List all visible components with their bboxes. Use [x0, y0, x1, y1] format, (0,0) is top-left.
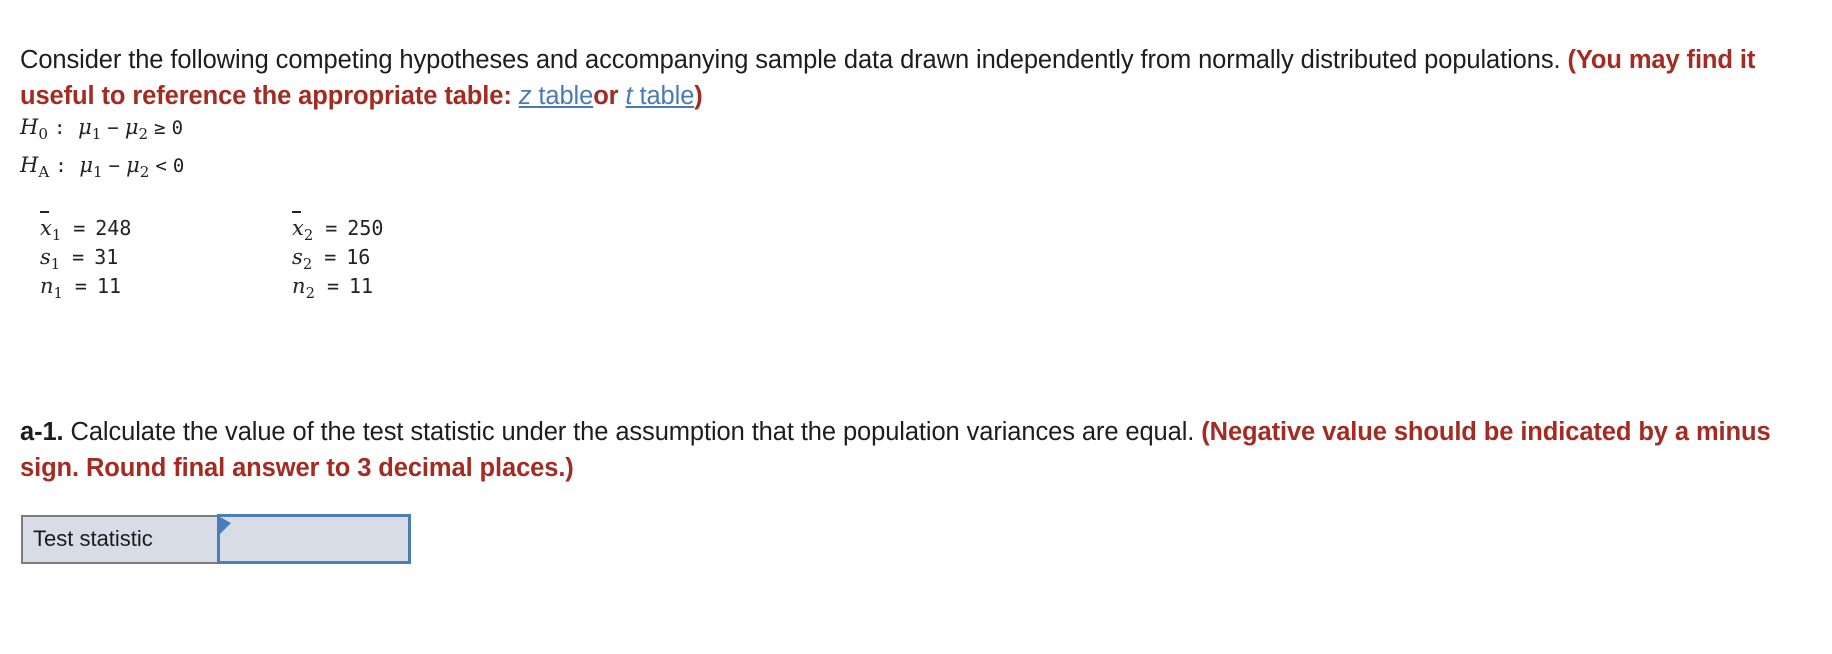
overbar-symbol: x: [292, 211, 304, 243]
worksheet-page: Consider the following competing hypothe…: [0, 0, 1832, 654]
z-table-link-variable: z: [518, 81, 532, 110]
mu-term-2: μ2: [124, 115, 148, 143]
problem-intro-paragraph: Consider the following competing hypothe…: [20, 42, 1810, 114]
sample-statistics-row: s1 = 31 s2 = 16: [40, 243, 532, 273]
statistic-value: 250: [347, 216, 384, 240]
hypothesis-value: 0: [172, 155, 185, 178]
statistic-subscript: 2: [302, 256, 313, 274]
t-table-link-word: table: [632, 81, 695, 110]
null-hypothesis-line: H0: μ1− μ2 ≥0: [20, 112, 184, 150]
z-table-link-word: table: [531, 81, 594, 110]
equals-sign: =: [325, 216, 338, 240]
statistic-subscript: 2: [303, 227, 314, 245]
statistic-symbol: x2: [292, 211, 313, 244]
question-a1: a-1. Calculate the value of the test sta…: [20, 414, 1810, 486]
mu-term-2: μ2: [126, 153, 149, 181]
statistic-subscript: 1: [53, 285, 63, 303]
sample-statistics-row: n1 = 11 n2 = 11: [40, 272, 532, 302]
relation-operator: <: [155, 155, 167, 178]
statistic-subscript: 2: [305, 285, 315, 303]
t-table-link[interactable]: t table: [626, 82, 695, 110]
mu-symbol: μ: [126, 153, 140, 178]
statistic-subscript: 1: [50, 256, 61, 274]
statistic-value: 11: [96, 274, 122, 298]
mu-subscript: 1: [91, 125, 102, 144]
overbar-symbol: x: [40, 211, 52, 243]
hypothesis-name: H0: [20, 115, 48, 143]
statistic-value: 16: [346, 245, 371, 269]
statistic-symbol: x1: [40, 211, 61, 244]
mu-term-1: μ1: [78, 115, 101, 143]
sample-1-size: n1 = 11: [40, 272, 280, 308]
symbol-letter: n: [40, 274, 54, 298]
hypothesis-subscript: A: [38, 163, 50, 182]
equals-sign: =: [324, 245, 337, 269]
question-text: Calculate the value of the test statisti…: [63, 417, 1202, 446]
intro-sentence: Consider the following competing hypothe…: [20, 45, 1561, 74]
mu-symbol: μ: [78, 115, 92, 139]
mu-subscript: 2: [139, 163, 150, 182]
hypothesis-colon: :: [55, 155, 67, 178]
mu-term-1: μ1: [79, 153, 102, 181]
symbol-letter: s: [40, 245, 51, 269]
table-row: Test statistic: [21, 514, 411, 564]
test-statistic-input-cell[interactable]: [217, 514, 411, 564]
hypothesis-colon: :: [53, 117, 66, 139]
equals-sign: =: [326, 274, 339, 298]
minus-operator: −: [108, 155, 121, 178]
symbol-letter: s: [292, 245, 303, 269]
answer-table: Test statistic: [21, 514, 411, 564]
statistic-symbol: s1: [40, 245, 60, 273]
equals-sign: =: [72, 245, 85, 269]
hypothesis-name: HA: [20, 153, 49, 181]
hypothesis-letter: H: [20, 115, 39, 139]
t-table-link-variable: t: [625, 81, 633, 110]
test-statistic-input[interactable]: [220, 520, 408, 558]
hypothesis-letter: H: [20, 153, 39, 178]
test-statistic-label-cell: Test statistic: [21, 514, 220, 564]
hypothesis-value: 0: [171, 117, 184, 139]
statistic-subscript: 1: [51, 227, 62, 245]
equals-sign: =: [73, 216, 86, 240]
sample-statistics-block: x1 = 248 x2 = 250 s1 = 31 s2 = 16 n1 = 11 n2 = 11: [40, 211, 532, 302]
hypotheses-block: H0: μ1− μ2 ≥0 HA: μ1− μ2 <0: [20, 112, 184, 188]
question-label: a-1.: [20, 417, 64, 446]
selection-marker-icon: [220, 517, 231, 534]
z-table-link[interactable]: z table: [518, 81, 594, 110]
symbol-letter: n: [292, 274, 306, 298]
sample-2-size: n2 = 11: [292, 272, 532, 308]
mu-symbol: μ: [124, 115, 139, 139]
statistic-value: 248: [95, 216, 132, 240]
reference-hint-conjunction: or: [593, 81, 619, 110]
alternative-hypothesis-line: HA: μ1− μ2 <0: [20, 150, 184, 188]
mu-subscript: 1: [93, 163, 103, 182]
mu-symbol: μ: [79, 153, 94, 178]
statistic-symbol: n2: [292, 274, 315, 302]
hypothesis-subscript: 0: [38, 125, 48, 144]
statistic-value: 31: [94, 245, 119, 269]
mu-subscript: 2: [138, 125, 149, 144]
statistic-symbol: s2: [292, 245, 312, 273]
statistic-value: 11: [348, 274, 374, 298]
relation-operator: ≥: [154, 117, 166, 139]
sample-statistics-row: x1 = 248 x2 = 250: [40, 211, 532, 244]
reference-hint-close: ): [694, 81, 703, 110]
equals-sign: =: [74, 274, 87, 298]
minus-operator: −: [107, 117, 119, 139]
statistic-symbol: n1: [40, 274, 63, 302]
